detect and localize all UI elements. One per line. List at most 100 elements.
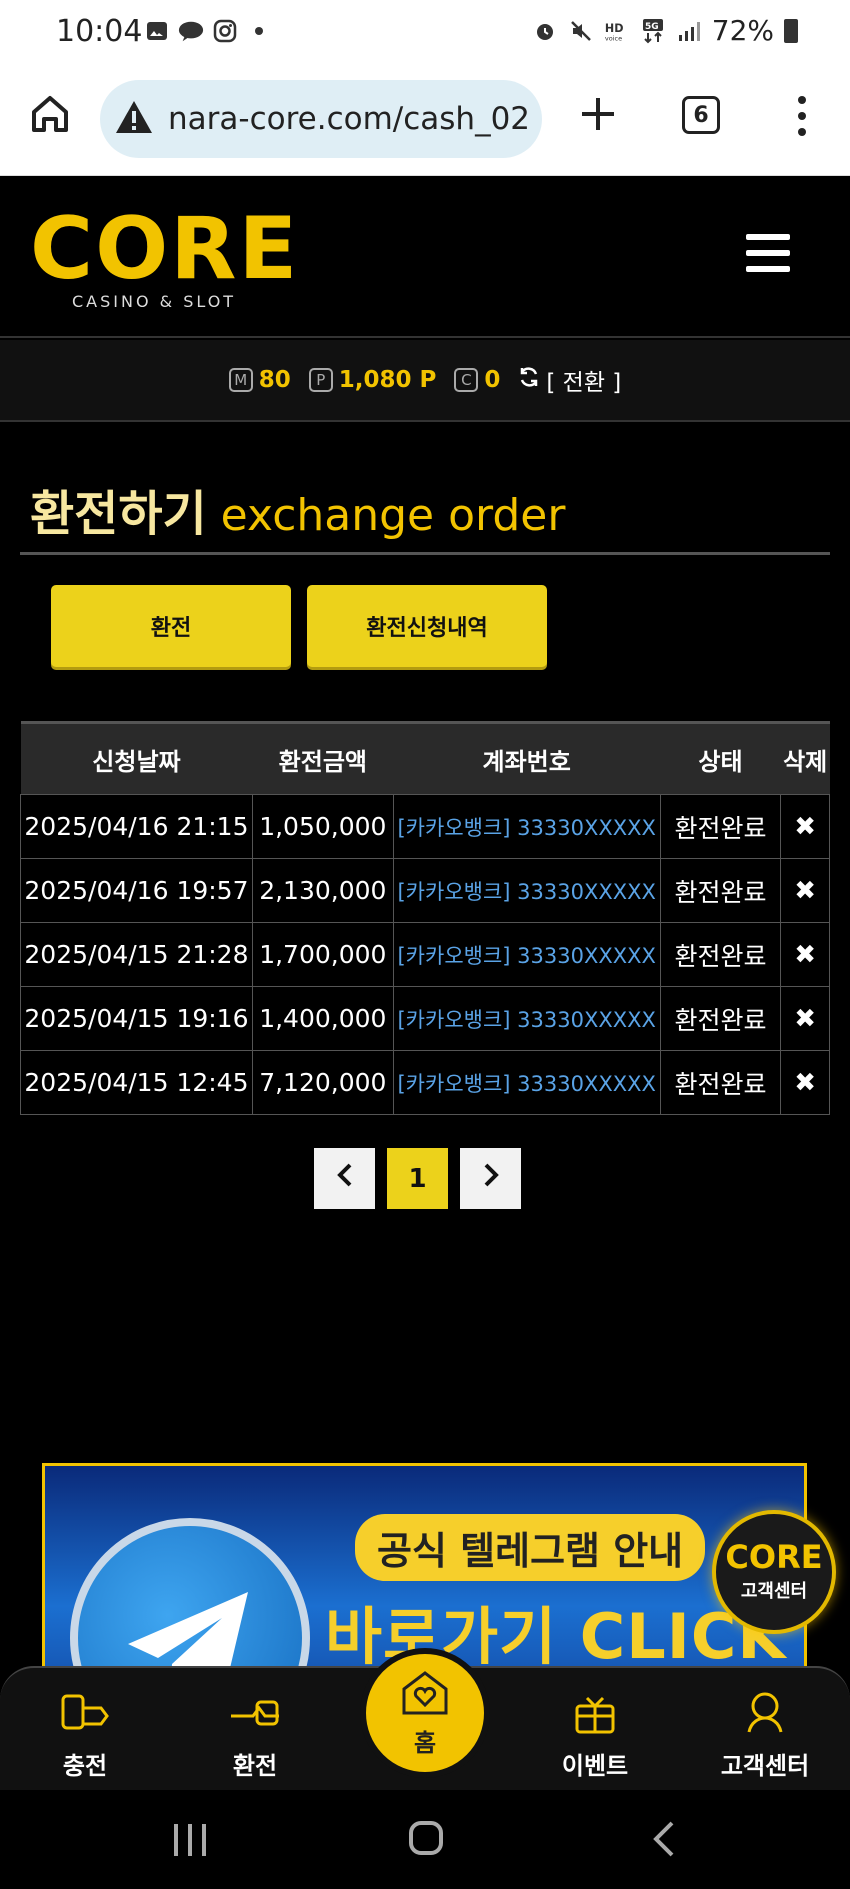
- nav-event[interactable]: 이벤트: [535, 1688, 655, 1781]
- nav-home-button[interactable]: 홈: [360, 1648, 490, 1778]
- customer-center-float-button[interactable]: CORE 고객센터: [712, 1510, 836, 1634]
- header-status: 상태: [660, 721, 781, 795]
- back-icon[interactable]: [652, 1820, 676, 1862]
- money-value: 80: [258, 367, 291, 393]
- row-date: 2025/04/15 21:28: [20, 922, 253, 987]
- money-badge-icon: M: [228, 368, 253, 392]
- withdraw-icon: [227, 1688, 283, 1740]
- instagram-icon: [212, 18, 238, 44]
- balance-bar: M 80 P 1,080 P C 0 [ 전환 ]: [0, 340, 850, 422]
- row-amount: 1,050,000: [251, 794, 394, 859]
- chevron-right-icon: [481, 1162, 501, 1195]
- delete-button[interactable]: ✖: [780, 922, 830, 987]
- row-account: [카카오뱅크] 33330XXXXX: [392, 1050, 661, 1115]
- address-bar[interactable]: nara-core.com/cash_02: [100, 80, 542, 158]
- row-date: 2025/04/15 19:16: [20, 986, 253, 1051]
- banner-headline: 공식 텔레그램 안내: [355, 1514, 706, 1581]
- url-text: nara-core.com/cash_02: [168, 101, 531, 137]
- tab-switcher-button[interactable]: 6: [682, 96, 720, 134]
- row-amount: 1,700,000: [251, 922, 394, 987]
- prev-page-button[interactable]: [314, 1148, 375, 1209]
- recent-apps-icon[interactable]: [170, 1822, 210, 1862]
- row-date: 2025/04/16 19:57: [20, 858, 253, 923]
- table-row: 2025/04/16 21:15 1,050,000 [카카오뱅크] 33330…: [20, 794, 830, 859]
- battery-percent: 72%: [711, 14, 774, 47]
- page-number-button[interactable]: 1: [387, 1148, 448, 1209]
- row-account: [카카오뱅크] 33330XXXXX: [392, 794, 661, 859]
- home-icon[interactable]: [28, 92, 72, 140]
- dot-icon: [246, 18, 272, 44]
- row-amount: 7,120,000: [251, 1050, 394, 1115]
- site-logo[interactable]: CORE CASINO & SLOT: [30, 206, 299, 311]
- convert-label: [ 전환 ]: [546, 370, 622, 396]
- nav-exchange-label: 환전: [232, 1752, 278, 1780]
- logo-word: CORE: [30, 199, 300, 299]
- cs-label: 고객센터: [740, 1581, 808, 1602]
- more-menu-icon[interactable]: [796, 94, 808, 142]
- point-balance: P 1,080 P: [308, 367, 437, 393]
- close-icon: ✖: [794, 1003, 817, 1034]
- row-amount: 2,130,000: [251, 858, 394, 923]
- nav-support[interactable]: 고객센터: [705, 1688, 825, 1781]
- svg-text:voice: voice: [605, 34, 622, 42]
- warning-icon[interactable]: [114, 99, 154, 139]
- delete-button[interactable]: ✖: [780, 858, 830, 923]
- nav-home-label: 홈: [413, 1728, 437, 1757]
- nav-charge[interactable]: 충전: [25, 1688, 145, 1781]
- exchange-history-button[interactable]: 환전신청내역: [307, 585, 547, 667]
- hamburger-menu-icon[interactable]: [746, 234, 790, 272]
- header-delete: 삭제: [780, 721, 830, 795]
- android-home-icon[interactable]: [408, 1820, 444, 1860]
- cs-logo: CORE: [725, 1538, 823, 1576]
- exchange-history-table: 신청날짜 환전금액 계좌번호 상태 삭제 2025/04/16 21:15 1,…: [20, 721, 830, 1115]
- delete-button[interactable]: ✖: [780, 1050, 830, 1115]
- alarm-icon: [532, 18, 558, 44]
- nav-charge-label: 충전: [62, 1752, 108, 1780]
- row-account: [카카오뱅크] 33330XXXXX: [392, 858, 661, 923]
- header-account: 계좌번호: [393, 721, 661, 795]
- coin-value: 0: [484, 367, 501, 393]
- close-icon: ✖: [794, 1067, 817, 1098]
- heart-home-icon: [398, 1669, 452, 1721]
- row-status: 환전완료: [659, 858, 782, 923]
- status-time: 10:04: [56, 14, 143, 49]
- row-amount: 1,400,000: [251, 986, 394, 1051]
- header-amount: 환전금액: [252, 721, 394, 795]
- close-icon: ✖: [794, 875, 817, 906]
- coin-balance: C 0: [454, 367, 500, 393]
- site-header: CORE CASINO & SLOT: [0, 176, 850, 338]
- delete-button[interactable]: ✖: [780, 986, 830, 1051]
- row-status: 환전완료: [659, 986, 782, 1051]
- gift-icon: [567, 1688, 623, 1740]
- exchange-button[interactable]: 환전: [51, 585, 291, 667]
- table-row: 2025/04/16 19:57 2,130,000 [카카오뱅크] 33330…: [20, 858, 830, 923]
- table-row: 2025/04/15 12:45 7,120,000 [카카오뱅크] 33330…: [20, 1050, 830, 1115]
- signal-icon: [676, 18, 702, 44]
- nav-exchange[interactable]: 환전: [195, 1688, 315, 1781]
- battery-icon: [784, 18, 798, 43]
- row-account: [카카오뱅크] 33330XXXXX: [392, 986, 661, 1051]
- headset-icon: [737, 1688, 793, 1740]
- nav-support-label: 고객센터: [720, 1752, 810, 1780]
- point-value: 1,080 P: [338, 367, 437, 393]
- deposit-icon: [57, 1688, 113, 1740]
- network-label: 5G: [645, 22, 659, 32]
- browser-toolbar: nara-core.com/cash_02 6: [0, 62, 850, 176]
- header-date: 신청날짜: [20, 721, 253, 795]
- talk-icon: [178, 18, 204, 44]
- new-tab-icon[interactable]: [576, 92, 620, 140]
- row-status: 환전완료: [659, 922, 782, 987]
- convert-button[interactable]: [ 전환 ]: [518, 363, 621, 397]
- next-page-button[interactable]: [460, 1148, 521, 1209]
- row-date: 2025/04/15 12:45: [20, 1050, 253, 1115]
- delete-button[interactable]: ✖: [780, 794, 830, 859]
- coin-badge-icon: C: [454, 368, 479, 392]
- page-title-en: exchange order: [220, 490, 566, 541]
- row-status: 환전완료: [659, 1050, 782, 1115]
- svg-text:HD: HD: [605, 21, 624, 34]
- money-balance: M 80: [228, 367, 291, 393]
- page-title-ko: 환전하기: [30, 486, 207, 542]
- mute-icon: [568, 18, 594, 44]
- table-row: 2025/04/15 19:16 1,400,000 [카카오뱅크] 33330…: [20, 986, 830, 1051]
- close-icon: ✖: [794, 811, 817, 842]
